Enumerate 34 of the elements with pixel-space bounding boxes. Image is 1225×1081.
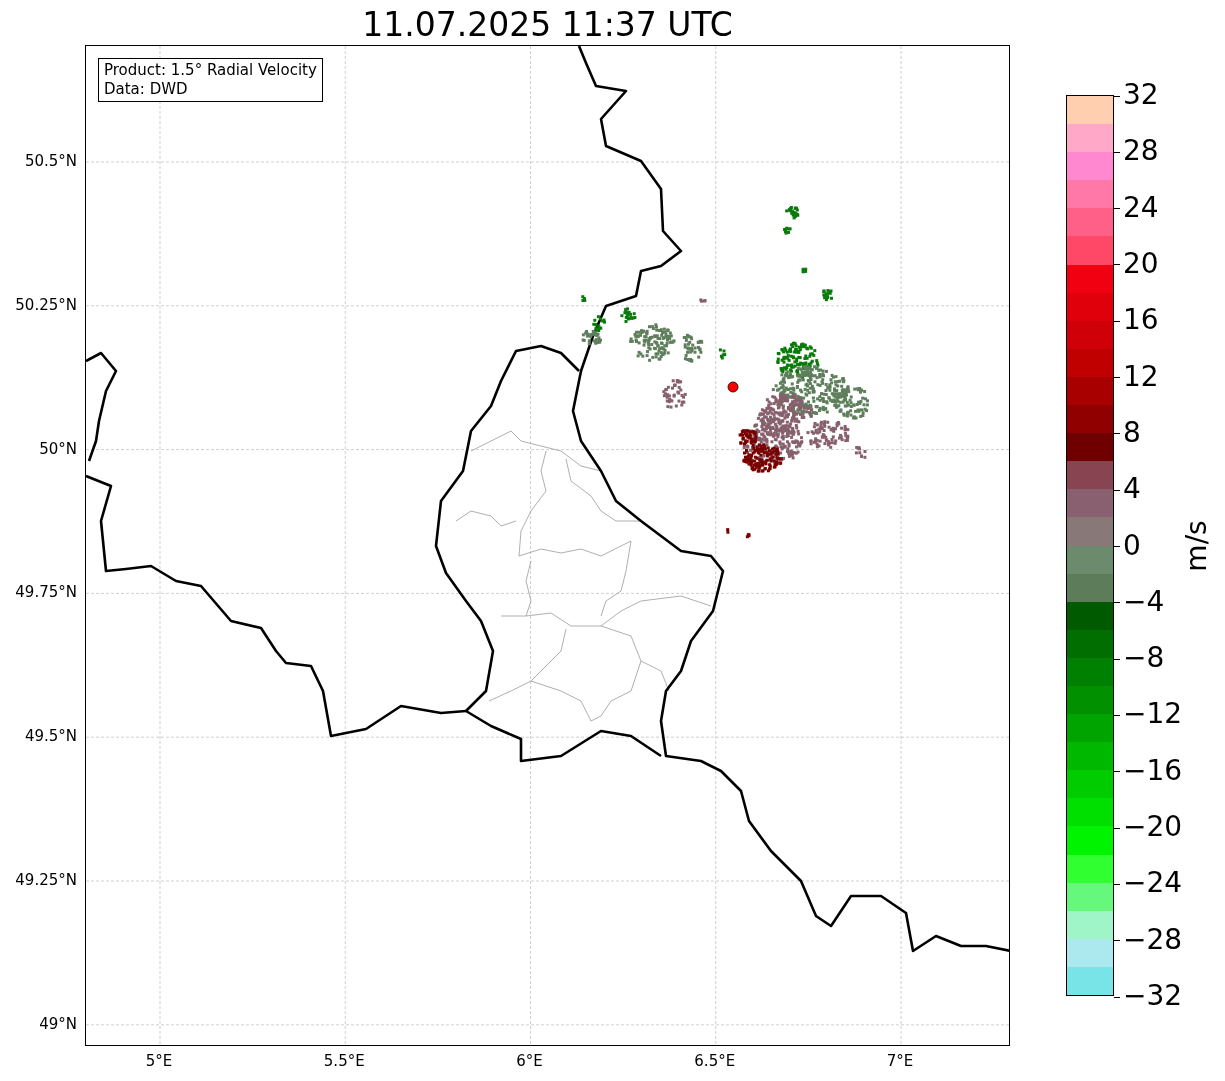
colorbar-tick-label: −4 [1114,587,1165,616]
colorbar-tick-label: −24 [1114,869,1183,898]
colorbar-tick-label: −12 [1114,700,1183,729]
latitude-label: 50.5°N [24,150,77,172]
colorbar-tick-label: 28 [1114,137,1159,166]
colorbar-tick-label: 24 [1114,193,1159,222]
latitude-label: 49°N [39,1013,77,1035]
longitude-label: 5°E [145,1051,173,1072]
colorbar-tick-label: 8 [1114,418,1141,447]
colorbar-tick-label: 4 [1114,475,1141,504]
longitude-label: 6°E [516,1051,543,1072]
colorbar-tick-label: −16 [1114,756,1183,785]
longitude-label: 6.5°E [694,1051,736,1072]
colorbar-tick-label: 20 [1114,249,1159,278]
colorbar-tick-label: −8 [1114,644,1165,673]
latitude-label: 49.5°N [24,725,77,747]
colorbar-tick-label: 12 [1114,362,1159,391]
colorbar-tick-label: 32 [1114,81,1159,109]
latitude-label: 49.75°N [15,582,77,604]
latitude-label: 49.25°N [15,869,77,891]
radar-site-marker [727,381,739,393]
chart-title: 11.07.2025 11:37 UTC [361,4,734,45]
longitude-label: 5.5°E [323,1051,365,1072]
colorbar-tick-label: −32 [1114,982,1183,1010]
colorbar-label: m/s [1179,519,1214,572]
colorbar-tick-label: 16 [1114,306,1159,335]
info-text: Data: DWD [104,80,189,99]
colorbar-tick-label: 0 [1114,531,1141,560]
info-text: Product: 1.5° Radial Velocity [104,61,317,80]
longitude-label: 7°E [886,1051,914,1072]
colorbar-tick-label: −28 [1114,925,1183,954]
latitude-label: 50.25°N [15,294,77,316]
colorbar-tick-label: −20 [1114,813,1183,842]
latitude-label: 50°N [39,438,77,460]
